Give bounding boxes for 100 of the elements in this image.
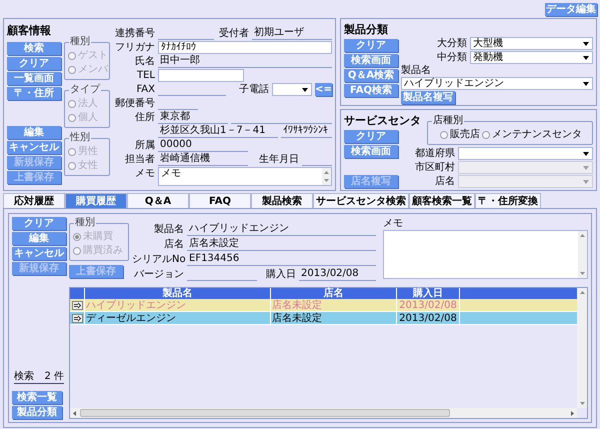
search-button[interactable]: 検索 — [7, 42, 61, 55]
table-cell: 店名未設定 — [271, 312, 397, 324]
clear-button[interactable]: クリア — [344, 130, 398, 143]
underlined-field: 店名未設定 — [187, 238, 376, 251]
scroll-up-icon[interactable] — [324, 171, 329, 174]
faq-search-button[interactable]: FAQ検索 — [344, 84, 398, 97]
group-legend: 種別 — [74, 217, 96, 229]
table-cell: ディーゼルエンジン — [85, 312, 271, 324]
caret-icon — [302, 88, 308, 92]
scroll-up-icon[interactable] — [580, 234, 585, 237]
edit-button[interactable]: 編集 — [7, 126, 61, 139]
list-screen-button[interactable]: 一覧画面 — [7, 72, 61, 85]
underlined-field: 2013/02/08 — [299, 268, 376, 281]
table-row[interactable]: ディーゼルエンジン 店名未設定 2013/02/08 — [70, 312, 577, 325]
field-label: バージョン — [133, 268, 184, 281]
field-label: 都道府県 — [414, 147, 455, 160]
tab[interactable]: 〒・住所変換 — [475, 193, 541, 208]
tab[interactable]: 応対履歴 — [3, 193, 65, 208]
scroll-down-icon[interactable] — [324, 179, 329, 182]
row-arrow-icon[interactable] — [72, 314, 82, 322]
field-label: 連携番号 — [114, 27, 155, 40]
underlined-field: 00000 — [158, 139, 248, 152]
dropdown[interactable]: ハイブリッドエンジン — [401, 77, 593, 90]
scroll-right-icon[interactable] — [571, 410, 574, 416]
table-cell: 店名未設定 — [271, 299, 397, 311]
field-label: 店名 — [434, 175, 455, 188]
caret-icon — [583, 82, 589, 86]
field-label: 住所 — [134, 111, 155, 124]
edit-button[interactable]: 編集 — [12, 232, 66, 245]
table-row[interactable]: ハイブリッドエンジン 店名未設定 2013/02/08 — [70, 299, 577, 312]
product-class-button[interactable]: 製品分類 — [12, 406, 62, 419]
radio-option[interactable]: 販売店 — [440, 129, 480, 141]
caret-icon — [583, 166, 589, 170]
field-label: 店名 — [163, 238, 184, 251]
scrollbar-thumb[interactable] — [80, 409, 450, 417]
qa-search-button[interactable]: Q＆A検索 — [344, 69, 398, 82]
underlined-field: ｲﾜｻｷﾂｳｼﾝｷ — [281, 125, 332, 138]
scroll-down-icon[interactable] — [580, 402, 584, 405]
search-list-button[interactable]: 検索一覧 — [12, 391, 62, 404]
vertical-scrollbar[interactable] — [577, 288, 587, 408]
field-label: 郵便番号 — [114, 97, 155, 110]
scroll-up-icon[interactable] — [580, 291, 584, 294]
table-cell: 2013/02/08 — [397, 299, 460, 311]
underlined-field: 田中一郎 — [158, 55, 332, 68]
input-field[interactable] — [158, 69, 244, 82]
dropdown[interactable] — [272, 83, 312, 96]
clear-button[interactable]: クリア — [12, 217, 66, 230]
vertical-scrollbar[interactable] — [322, 168, 331, 185]
caret-icon — [583, 56, 589, 60]
tab[interactable]: FAQ — [189, 193, 251, 208]
clear-button[interactable]: クリア — [344, 39, 398, 52]
caret-icon — [583, 180, 589, 184]
tab[interactable]: Q＆A — [127, 193, 189, 208]
caret-icon — [583, 152, 589, 156]
section-title: 顧客情報 — [7, 24, 51, 38]
tab[interactable]: 製品検索 — [251, 193, 313, 208]
field-label: 大分類 — [436, 37, 467, 50]
data-edit-button[interactable]: データ編集 — [545, 3, 597, 16]
group-legend: 店種別 — [432, 115, 464, 127]
search-label: 検索 — [14, 371, 34, 383]
input-field[interactable]: ﾀﾅｶｲﾁﾛｳ — [158, 41, 332, 54]
table-cell: ハイブリッドエンジン — [85, 299, 271, 311]
vertical-scrollbar[interactable] — [578, 231, 587, 278]
group-legend: タイプ — [69, 84, 101, 96]
field-label: 市区町村 — [414, 161, 455, 174]
field-label: 所属 — [134, 139, 155, 152]
horizontal-scrollbar[interactable] — [70, 408, 577, 418]
table-cell: 2013/02/08 — [397, 312, 460, 324]
copy-button[interactable]: <= — [315, 83, 332, 96]
radio-option[interactable]: メンテナンスセンタ — [482, 129, 582, 141]
memo-field[interactable] — [383, 230, 588, 279]
section-title: 製品分類 — [344, 23, 388, 37]
field-label: 氏名 — [134, 55, 155, 68]
field-label: シリアルNo — [132, 253, 184, 266]
underlined-field: EF134456 — [187, 253, 376, 266]
scroll-left-icon[interactable] — [73, 410, 76, 416]
row-arrow-icon[interactable] — [72, 300, 82, 310]
cancel-button[interactable]: キャンセル — [12, 247, 66, 260]
caret-icon — [583, 42, 589, 46]
tab[interactable]: 顧客検索一覧 — [409, 193, 475, 208]
copy-product-name-button[interactable]: 製品名複写 — [401, 91, 455, 104]
field-label: 中分類 — [436, 51, 467, 64]
field-label: 受付者 — [218, 27, 249, 40]
underlined-field: 岩崎通信機 — [158, 153, 248, 166]
search-screen-button[interactable]: 検索画面 — [344, 145, 398, 158]
address-button[interactable]: 〒・住所 — [7, 87, 61, 100]
memo-field[interactable]: メモ — [158, 167, 332, 186]
search-screen-button[interactable]: 検索画面 — [344, 54, 398, 67]
tab[interactable]: 購買履歴 — [65, 193, 127, 208]
clear-button[interactable]: クリア — [7, 57, 61, 70]
scroll-down-icon[interactable] — [580, 272, 585, 275]
dropdown[interactable]: 大型機 — [470, 37, 593, 50]
result-count: 2 件 — [44, 371, 64, 383]
field-label: メモ — [383, 217, 404, 230]
tab[interactable]: サービスセンタ検索 — [313, 193, 409, 208]
underlined-field: 杉並区久我山1－7－41 — [158, 125, 278, 138]
dropdown[interactable]: 発動機 — [470, 51, 593, 64]
group-legend: 種別 — [69, 36, 91, 48]
cancel-button[interactable]: キャンセル — [7, 141, 61, 154]
field-label: フリガナ — [114, 41, 155, 54]
